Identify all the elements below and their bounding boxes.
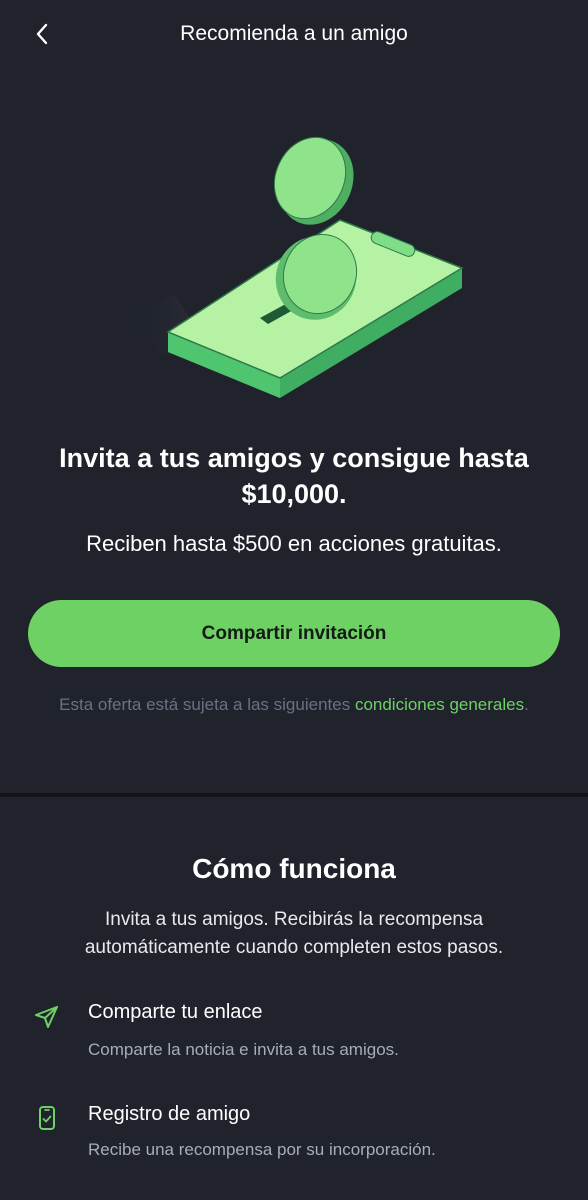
step-title: Comparte tu enlace	[88, 1001, 263, 1023]
phone-check-icon	[39, 1106, 55, 1130]
terms-notice: Esta oferta está sujeta a las siguientes…	[40, 692, 548, 717]
invite-headline: Invita a tus amigos y consigue hasta $10…	[24, 440, 564, 512]
step-title: Registro de amigo	[88, 1103, 251, 1125]
headline-line-1: Invita a tus amigos y consigue hasta	[59, 443, 529, 473]
share-invitation-button[interactable]: Compartir invitación	[28, 600, 560, 667]
how-it-works-title: Cómo funciona	[192, 853, 396, 884]
how-it-works-description: Invita a tus amigos. Recibirás la recomp…	[84, 909, 504, 958]
phone-with-coins-illustration	[130, 136, 464, 398]
invite-section: Recomienda a un amigo Invita a tus amigo…	[0, 0, 588, 793]
terms-suffix: .	[524, 695, 529, 714]
invite-subheadline: Reciben hasta $500 en acciones gratuitas…	[86, 531, 502, 556]
page-title: Recomienda a un amigo	[180, 22, 408, 45]
step-description: Recibe una recompensa por su incorporaci…	[88, 1140, 436, 1159]
send-icon	[35, 1006, 58, 1028]
terms-prefix: Esta oferta está sujeta a las siguientes	[59, 695, 355, 714]
step-description: Comparte la noticia e invita a tus amigo…	[88, 1040, 399, 1059]
headline-line-2: $10,000.	[241, 479, 347, 509]
terms-link[interactable]: condiciones generales	[355, 695, 524, 714]
